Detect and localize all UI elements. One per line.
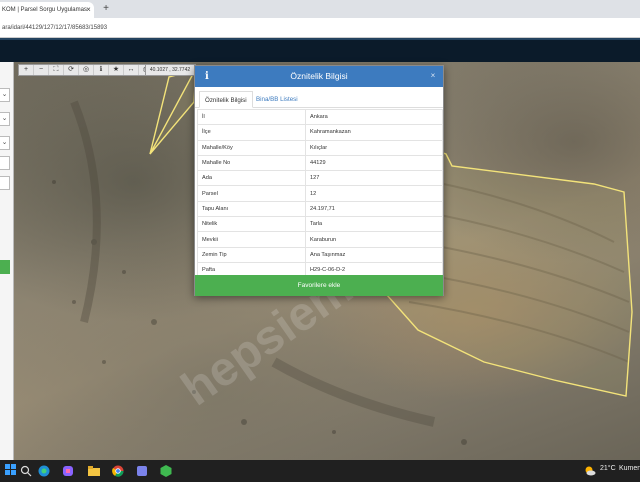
windows-start-icon[interactable] bbox=[5, 464, 17, 476]
info-icon[interactable]: ℹ bbox=[94, 65, 109, 75]
locate-icon[interactable]: ◎ bbox=[79, 65, 94, 75]
tab-attribute-info[interactable]: Öznitelik Bilgisi bbox=[199, 91, 253, 108]
tab-building-list[interactable]: Bina/BB Listesi bbox=[251, 91, 303, 108]
close-tab-icon[interactable]: × bbox=[84, 5, 93, 15]
edge-browser-icon[interactable] bbox=[38, 464, 50, 477]
attribute-row: Nitelik Tarla bbox=[197, 216, 443, 233]
attribute-row: İl Ankara bbox=[197, 108, 443, 126]
attribute-value: 12 bbox=[305, 185, 443, 202]
attribute-value: 24.197,71 bbox=[305, 200, 443, 218]
attribute-key: Mahalle/Köy bbox=[197, 139, 306, 156]
attribute-row: Zemin Tip Ana Taşınmaz bbox=[197, 246, 443, 263]
add-to-favorites-button[interactable]: Favorilere ekle bbox=[195, 275, 443, 296]
attribute-value: Karaburun bbox=[305, 231, 443, 248]
coordinate-readout: 40.1027 , 32.7742 bbox=[145, 64, 195, 76]
side-dropdown-2[interactable]: ⌄ bbox=[0, 112, 10, 126]
side-input-2[interactable] bbox=[0, 176, 10, 190]
side-dropdown-1[interactable]: ⌄ bbox=[0, 88, 10, 102]
attribute-row: İlçe Kahramankazan bbox=[197, 124, 443, 141]
attribute-row: Ada 127 bbox=[197, 170, 443, 187]
attribute-key: Mahalle No bbox=[197, 154, 306, 172]
attribute-value: Tarla bbox=[305, 216, 443, 233]
copilot-icon[interactable] bbox=[62, 464, 74, 476]
new-tab-icon[interactable]: + bbox=[100, 2, 112, 16]
side-dropdown-3[interactable]: ⌄ bbox=[0, 136, 10, 150]
file-explorer-icon[interactable] bbox=[88, 464, 100, 476]
attribute-row: Mevkii Karaburun bbox=[197, 231, 443, 248]
app-header bbox=[0, 38, 640, 62]
refresh-icon[interactable]: ⟳ bbox=[64, 65, 79, 75]
weather-temperature: 21°C bbox=[600, 465, 616, 472]
weather-description: Kumen bbox=[619, 465, 640, 472]
favorite-star-icon[interactable]: ★ bbox=[109, 65, 124, 75]
app-icon[interactable] bbox=[160, 464, 172, 477]
address-bar[interactable]: ara/idari/44129/127/12/17/85683/15893 bbox=[0, 18, 640, 38]
measure-icon[interactable]: ↔ bbox=[124, 65, 139, 75]
dialog-header: i Öznitelik Bilgisi × bbox=[195, 66, 443, 87]
attribute-table: İl Ankara İlçe Kahramankazan Mahalle/Köy Kılı… bbox=[197, 108, 443, 279]
attribute-row: Mahalle No 44129 bbox=[197, 154, 443, 172]
teams-icon[interactable] bbox=[136, 464, 148, 476]
url-text[interactable]: ara/idari/44129/127/12/17/85683/15893 bbox=[2, 22, 602, 34]
browser-tab-title: KOM | Parsel Sorgu Uygulamas bbox=[2, 7, 87, 13]
attribute-key: Nitelik bbox=[197, 216, 306, 233]
dialog-tabs: Öznitelik Bilgisi Bina/BB Listesi bbox=[195, 87, 443, 108]
fullscreen-icon[interactable]: ⛶ bbox=[49, 65, 64, 75]
attribute-value: 127 bbox=[305, 170, 443, 187]
attribute-value: Ana Taşınmaz bbox=[305, 246, 443, 263]
side-input-1[interactable] bbox=[0, 156, 10, 170]
attribute-key: Mevkii bbox=[197, 231, 306, 248]
zoom-out-button[interactable]: − bbox=[34, 65, 49, 75]
dialog-title: Öznitelik Bilgisi bbox=[290, 71, 348, 81]
zoom-in-button[interactable]: + bbox=[19, 65, 34, 75]
attribute-value: Ankara bbox=[305, 108, 443, 126]
attribute-row: Parsel 12 bbox=[197, 185, 443, 202]
attribute-value: Kılıçlar bbox=[305, 139, 443, 156]
attribute-value: Kahramankazan bbox=[305, 124, 443, 141]
attribute-key: Tapu Alanı bbox=[197, 200, 306, 218]
weather-icon[interactable] bbox=[584, 464, 596, 476]
close-icon[interactable]: × bbox=[429, 71, 437, 81]
chrome-icon[interactable] bbox=[112, 464, 124, 477]
browser-tab-bar: KOM | Parsel Sorgu Uygulamas × + bbox=[0, 0, 640, 18]
app-header-strip bbox=[0, 38, 640, 40]
attribute-row: Tapu Alanı 24.197,71 bbox=[197, 200, 443, 218]
attribute-value: 44129 bbox=[305, 154, 443, 172]
attribute-key: İl bbox=[197, 108, 306, 126]
attribute-key: Zemin Tip bbox=[197, 246, 306, 263]
info-icon: i bbox=[205, 71, 209, 82]
browser-tab[interactable]: KOM | Parsel Sorgu Uygulamas × bbox=[0, 2, 94, 18]
attribute-key: İlçe bbox=[197, 124, 306, 141]
search-icon[interactable] bbox=[20, 464, 32, 477]
attribute-key: Ada bbox=[197, 170, 306, 187]
attribute-row: Mahalle/Köy Kılıçlar bbox=[197, 139, 443, 156]
side-panel: ⌄ ⌄ ⌄ bbox=[0, 62, 14, 460]
side-search-button[interactable] bbox=[0, 260, 10, 274]
attribute-key: Parsel bbox=[197, 185, 306, 202]
attribute-dialog: i Öznitelik Bilgisi × Öznitelik Bilgisi … bbox=[194, 65, 444, 296]
